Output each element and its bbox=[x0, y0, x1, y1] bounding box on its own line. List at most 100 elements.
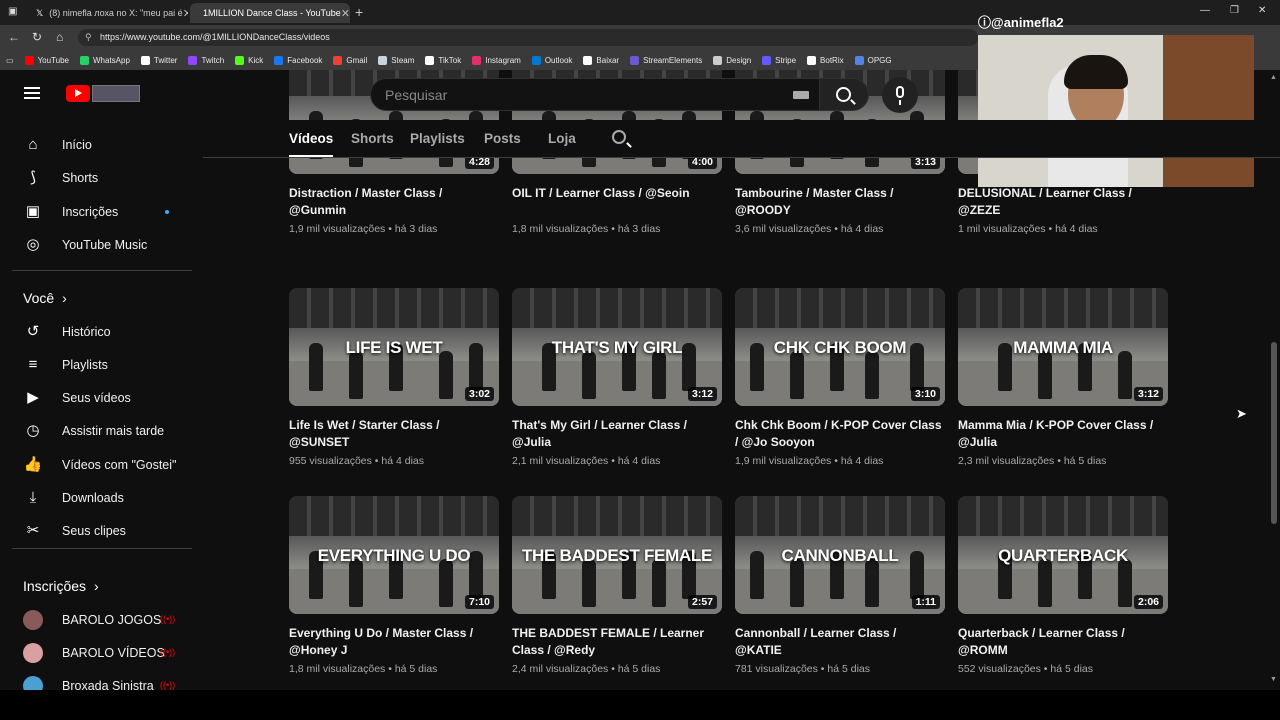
minimize-icon[interactable]: — bbox=[1200, 5, 1210, 16]
keyboard-icon[interactable] bbox=[793, 91, 809, 99]
bookmark-kick[interactable]: Kick bbox=[235, 55, 263, 65]
bookmark-steam[interactable]: Steam bbox=[378, 55, 414, 65]
search-button[interactable] bbox=[819, 78, 869, 111]
close-tab-icon[interactable]: ✕ bbox=[183, 7, 188, 20]
sidebar-section-subscriptions[interactable]: Inscrições › bbox=[23, 578, 99, 594]
video-title[interactable]: Everything U Do / Master Class / @Honey … bbox=[289, 625, 499, 659]
video-card[interactable]: CHK CHK BOOM 3:10 Chk Chk Boom / K-POP Cov… bbox=[735, 288, 945, 467]
youtube-logo[interactable] bbox=[66, 85, 90, 102]
bookmark-outlook[interactable]: Outlook bbox=[531, 55, 572, 65]
home-icon[interactable]: ⌂ bbox=[56, 30, 63, 44]
bookmarks-menu-icon[interactable]: ▭ bbox=[6, 56, 14, 65]
tab-videos[interactable]: Vídeos bbox=[289, 131, 334, 157]
video-title[interactable]: OIL IT / Learner Class / @Seoin bbox=[512, 185, 722, 219]
browser-tab-youtube[interactable]: 1MILLION Dance Class - YouTube ✕ bbox=[190, 3, 350, 23]
channel-search-icon[interactable] bbox=[612, 130, 626, 144]
video-title[interactable]: Mamma Mia / K-POP Cover Class / @Julia bbox=[958, 417, 1168, 451]
upload-age: há 4 dias bbox=[617, 455, 661, 467]
video-meta: 2,3 mil visualizações • há 5 dias bbox=[958, 455, 1168, 467]
video-thumbnail[interactable]: QUARTERBACK 2:06 bbox=[958, 496, 1168, 614]
video-title[interactable]: That's My Girl / Learner Class / @Julia bbox=[512, 417, 722, 451]
new-tab-button[interactable]: + bbox=[355, 4, 363, 20]
bookmark-facebook[interactable]: Facebook bbox=[274, 55, 322, 65]
close-tab-icon[interactable]: ✕ bbox=[341, 7, 350, 20]
duration-badge: 2:06 bbox=[1133, 595, 1163, 609]
site-info-icon[interactable]: ⚲ bbox=[85, 32, 92, 43]
sidebar-item-watch-later[interactable]: ◷ Assistir mais tarde bbox=[12, 415, 192, 448]
menu-icon[interactable] bbox=[24, 87, 40, 99]
sidebar-item-playlists[interactable]: ≡ Playlists bbox=[12, 348, 192, 381]
sidebar-item-subscriptions[interactable]: ▣ Inscrições bbox=[12, 195, 192, 228]
video-card[interactable]: CANNONBALL 1:11 Cannonball / Learner Class… bbox=[735, 496, 945, 675]
sidebar-section-you[interactable]: Você › bbox=[23, 290, 67, 306]
meta-separator: • bbox=[385, 223, 395, 235]
bookmark-whatsapp[interactable]: WhatsApp bbox=[80, 55, 130, 65]
sidebar-item-your-videos[interactable]: ▶ Seus vídeos bbox=[12, 382, 192, 415]
scroll-down-icon[interactable]: ▼ bbox=[1270, 676, 1277, 683]
bookmark-tiktok[interactable]: TikTok bbox=[425, 55, 461, 65]
video-card[interactable]: MAMMA MIA 3:12 Mamma Mia / K-POP Cover Cla… bbox=[958, 288, 1168, 467]
bookmark-opgg[interactable]: OPGG bbox=[854, 55, 892, 65]
bookmark-stripe[interactable]: Stripe bbox=[762, 55, 796, 65]
url-field[interactable]: ⚲ https://www.youtube.com/@1MILLIONDance… bbox=[78, 29, 978, 46]
bookmark-gmail[interactable]: Gmail bbox=[333, 55, 367, 65]
view-count: 2,3 mil visualizações bbox=[958, 455, 1055, 467]
tab-store[interactable]: Loja bbox=[548, 131, 576, 146]
sidebar-item-youtube-music[interactable]: ◎ YouTube Music bbox=[12, 228, 192, 261]
sidebar-item-shorts[interactable]: ⟆ Shorts bbox=[12, 161, 192, 194]
video-card[interactable]: THAT'S MY GIRL 3:12 That's My Girl / Learn… bbox=[512, 288, 722, 467]
video-title[interactable]: Life Is Wet / Starter Class / @SUNSET bbox=[289, 417, 499, 451]
video-card[interactable]: THE BADDEST FEMALE 2:57 THE BADDEST FEMALE… bbox=[512, 496, 722, 675]
video-title[interactable]: Tambourine / Master Class / @ROODY bbox=[735, 185, 945, 219]
sidebar-item-liked[interactable]: 👍 Vídeos com "Gostei" bbox=[12, 448, 192, 481]
bookmark-baixar[interactable]: Baixar bbox=[583, 55, 619, 65]
video-thumbnail[interactable]: CHK CHK BOOM 3:10 bbox=[735, 288, 945, 406]
sidebar-item-clips[interactable]: ✂ Seus clipes bbox=[12, 515, 192, 548]
video-thumbnail[interactable]: EVERYTHING U DO 7:10 bbox=[289, 496, 499, 614]
video-thumbnail[interactable]: THAT'S MY GIRL 3:12 bbox=[512, 288, 722, 406]
tab-actions-icon[interactable]: ▣ bbox=[8, 6, 17, 17]
video-card[interactable]: LIFE IS WET 3:02 Life Is Wet / Starter Cla… bbox=[289, 288, 499, 467]
bookmark-twitter[interactable]: Twitter bbox=[140, 55, 177, 65]
close-window-icon[interactable]: ✕ bbox=[1258, 5, 1266, 16]
scrollbar-thumb[interactable] bbox=[1271, 342, 1277, 524]
video-thumbnail[interactable]: MAMMA MIA 3:12 bbox=[958, 288, 1168, 406]
video-card[interactable]: EVERYTHING U DO 7:10 Everything U Do / Mas… bbox=[289, 496, 499, 675]
browser-tab-twitter[interactable]: 𝕏 (8) nimefla лоха no X: "meu pai é ✕ bbox=[28, 3, 188, 23]
video-title[interactable]: THE BADDEST FEMALE / Learner Class / @Re… bbox=[512, 625, 722, 659]
reload-icon[interactable]: ↻ bbox=[32, 30, 42, 44]
video-thumbnail[interactable]: CANNONBALL 1:11 bbox=[735, 496, 945, 614]
bookmark-youtube[interactable]: YouTube bbox=[24, 55, 69, 65]
restore-icon[interactable]: ❐ bbox=[1230, 5, 1239, 16]
voice-search-button[interactable] bbox=[882, 77, 918, 113]
sidebar-item-download[interactable]: ⤓ Downloads bbox=[12, 482, 192, 515]
sidebar-subscription[interactable]: BAROLO JOGOS ((•)) bbox=[12, 603, 192, 636]
video-title[interactable]: DELUSIONAL / Learner Class / @ZEZE bbox=[958, 185, 1168, 219]
video-title[interactable]: Distraction / Master Class / @Gunmin bbox=[289, 185, 499, 219]
video-title[interactable]: Quarterback / Learner Class / @ROMM bbox=[958, 625, 1168, 659]
upload-age: há 4 dias bbox=[840, 455, 884, 467]
tab-posts[interactable]: Posts bbox=[484, 131, 521, 146]
dancer-shape bbox=[1118, 559, 1132, 607]
bookmark-design[interactable]: Design bbox=[713, 55, 751, 65]
bookmark-streamelements[interactable]: StreamElements bbox=[630, 55, 702, 65]
scroll-up-icon[interactable]: ▲ bbox=[1270, 74, 1277, 81]
sidebar-subscription[interactable]: BAROLO VÍDEOS ((•)) bbox=[12, 636, 192, 669]
video-thumbnail[interactable]: THE BADDEST FEMALE 2:57 bbox=[512, 496, 722, 614]
tab-shorts[interactable]: Shorts bbox=[351, 131, 394, 146]
bookmark-twitch[interactable]: Twitch bbox=[188, 55, 224, 65]
search-input[interactable]: Pesquisar bbox=[370, 78, 820, 111]
video-card[interactable]: QUARTERBACK 2:06 Quarterback / Learner Cla… bbox=[958, 496, 1168, 675]
tab-playlists[interactable]: Playlists bbox=[410, 131, 465, 146]
page-scrollbar[interactable]: ▲ ▼ bbox=[1268, 70, 1280, 690]
video-title[interactable]: Chk Chk Boom / K-POP Cover Class / @Jo S… bbox=[735, 417, 945, 451]
your-videos-icon: ▶ bbox=[27, 389, 39, 407]
back-icon[interactable]: ← bbox=[8, 30, 20, 44]
sidebar-item-home[interactable]: ⌂ Início bbox=[12, 128, 192, 161]
sidebar-item-history[interactable]: ↺ Histórico bbox=[12, 315, 192, 348]
sidebar-subscription[interactable]: Broxada Sinistra ((•)) bbox=[12, 669, 192, 690]
video-title[interactable]: Cannonball / Learner Class / @KATIE bbox=[735, 625, 945, 659]
video-thumbnail[interactable]: LIFE IS WET 3:02 bbox=[289, 288, 499, 406]
bookmark-instagram[interactable]: Instagram bbox=[472, 55, 521, 65]
bookmark-botrix[interactable]: BotRix bbox=[807, 55, 844, 65]
